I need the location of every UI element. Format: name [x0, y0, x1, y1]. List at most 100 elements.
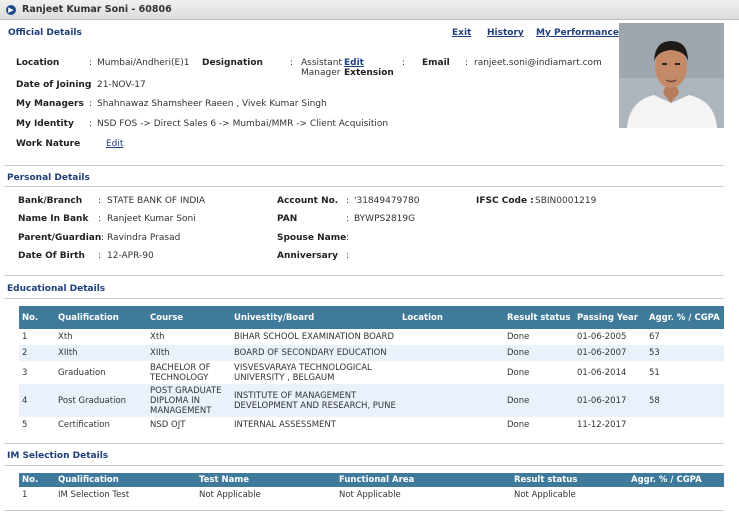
table-row: 5 Certification NSD OJT INTERNAL ASSESSM…: [19, 417, 724, 433]
table-cell: NSD OJT: [147, 417, 231, 433]
ifsc-value: SBIN0001219: [535, 196, 597, 206]
table-cell: Done: [504, 417, 574, 433]
extension-label: Extension: [344, 68, 394, 78]
col-header: Passing Year: [574, 306, 646, 329]
location-value: Mumbai/Andheri(E)1: [97, 58, 190, 68]
col-header: No.: [19, 473, 55, 487]
arrow-right-icon: ▶: [6, 5, 16, 15]
table-cell: [399, 345, 504, 361]
table-cell: 01-06-2007: [574, 345, 646, 361]
profile-photo: [619, 23, 724, 128]
exit-link[interactable]: Exit: [452, 28, 471, 38]
divider: [4, 465, 724, 466]
guardian-value: Ravindra Prasad: [107, 233, 181, 243]
name-in-bank-value: Ranjeet Kumar Soni: [107, 214, 196, 224]
table-cell: INTERNAL ASSESSMENT: [231, 417, 399, 433]
doj-label: Date of Joining: [16, 80, 92, 90]
guardian-colon: :: [101, 233, 105, 243]
table-cell: 1: [19, 487, 55, 503]
bank-value: STATE BANK OF INDIA: [107, 196, 206, 206]
table-cell: POST GRADUATE DIPLOMA IN MANAGEMENT: [147, 384, 231, 417]
im-selection-table: No. Qualification Test Name Functional A…: [19, 473, 724, 503]
pan-label: PAN: [277, 214, 298, 224]
table-cell: Done: [504, 345, 574, 361]
divider: [4, 165, 724, 166]
divider: [4, 298, 724, 299]
designation-colon: :: [290, 58, 294, 68]
name-in-bank-label: Name In Bank: [18, 214, 89, 224]
table-cell: 5: [19, 417, 55, 433]
table-row: 2 XIIth XIIth BOARD OF SECONDARY EDUCATI…: [19, 345, 724, 361]
history-link[interactable]: History: [487, 28, 524, 38]
table-row: 1 Xth Xth BIHAR SCHOOL EXAMINATION BOARD…: [19, 329, 724, 345]
table-cell: Xth: [55, 329, 147, 345]
account-colon: :: [346, 196, 350, 206]
table-cell: [628, 487, 724, 503]
col-header: Functional Area: [336, 473, 511, 487]
col-header: No.: [19, 306, 55, 329]
managers-colon: :: [89, 99, 93, 109]
anniversary-label: Anniversary: [277, 251, 339, 261]
account-label: Account No.: [277, 196, 339, 206]
col-header: Aggr. % / CGPA: [628, 473, 724, 487]
table-cell: Not Applicable: [336, 487, 511, 503]
table-cell: 58: [646, 384, 724, 417]
table-cell: Certification: [55, 417, 147, 433]
table-cell: Graduation: [55, 361, 147, 384]
location-colon: :: [89, 58, 93, 68]
table-cell: [646, 417, 724, 433]
table-cell: [399, 361, 504, 384]
divider: [4, 186, 724, 187]
my-performance-link[interactable]: My Performance: [536, 28, 619, 38]
table-cell: 01-06-2005: [574, 329, 646, 345]
work-nature-label: Work Nature: [16, 139, 81, 149]
table-cell: BIHAR SCHOOL EXAMINATION BOARD: [231, 329, 399, 345]
edit-extension-link[interactable]: Edit: [344, 58, 364, 68]
col-header: Test Name: [196, 473, 336, 487]
location-label: Location: [16, 58, 60, 68]
col-header: Course: [147, 306, 231, 329]
work-nature-edit-link[interactable]: Edit: [106, 139, 123, 149]
email-label: Email: [422, 58, 450, 68]
table-row: 3 Graduation BACHELOR OF TECHNOLOGY VISV…: [19, 361, 724, 384]
name-in-bank-colon: :: [98, 214, 102, 224]
education-table: No. Qualification Course Univestity/Boar…: [19, 306, 724, 433]
spouse-colon: :: [346, 233, 350, 243]
bank-colon: :: [98, 196, 102, 206]
table-cell: 01-06-2014: [574, 361, 646, 384]
ifsc-label: IFSC Code :: [476, 196, 534, 206]
email-value: ranjeet.soni@indiamart.com: [474, 58, 602, 68]
table-cell: 51: [646, 361, 724, 384]
guardian-label: Parent/Guardian: [18, 233, 102, 243]
table-cell: XIIth: [55, 345, 147, 361]
employee-title: Ranjeet Kumar Soni - 60806: [22, 4, 172, 15]
anniversary-colon: :: [346, 251, 350, 261]
table-cell: Not Applicable: [196, 487, 336, 503]
table-cell: 67: [646, 329, 724, 345]
divider: [4, 275, 724, 276]
managers-label: My Managers: [16, 99, 84, 109]
table-cell: INSTITUTE OF MANAGEMENT DEVELOPMENT AND …: [231, 384, 399, 417]
designation-value-line1: Assistant: [301, 58, 343, 68]
table-cell: 2: [19, 345, 55, 361]
table-cell: VISVESVARAYA TECHNOLOGICAL UNIVERSITY , …: [231, 361, 399, 384]
table-cell: IM Selection Test: [55, 487, 196, 503]
account-value: '31849479780: [354, 196, 420, 206]
table-cell: XIIth: [147, 345, 231, 361]
table-cell: [399, 384, 504, 417]
table-cell: Post Graduation: [55, 384, 147, 417]
table-cell: 3: [19, 361, 55, 384]
dob-label: Date Of Birth: [18, 251, 85, 261]
spouse-label: Spouse Name: [277, 233, 347, 243]
extension-colon: :: [402, 58, 406, 68]
table-cell: Not Applicable: [511, 487, 628, 503]
pan-value: BYWPS2819G: [354, 214, 416, 224]
table-cell: [399, 329, 504, 345]
designation-label: Designation: [202, 58, 263, 68]
table-cell: Done: [504, 384, 574, 417]
im-selection-title: IM Selection Details: [7, 451, 109, 461]
table-cell: 01-06-2017: [574, 384, 646, 417]
identity-label: My Identity: [16, 119, 74, 129]
official-details-title: Official Details: [8, 28, 82, 38]
col-header: Location: [399, 306, 504, 329]
